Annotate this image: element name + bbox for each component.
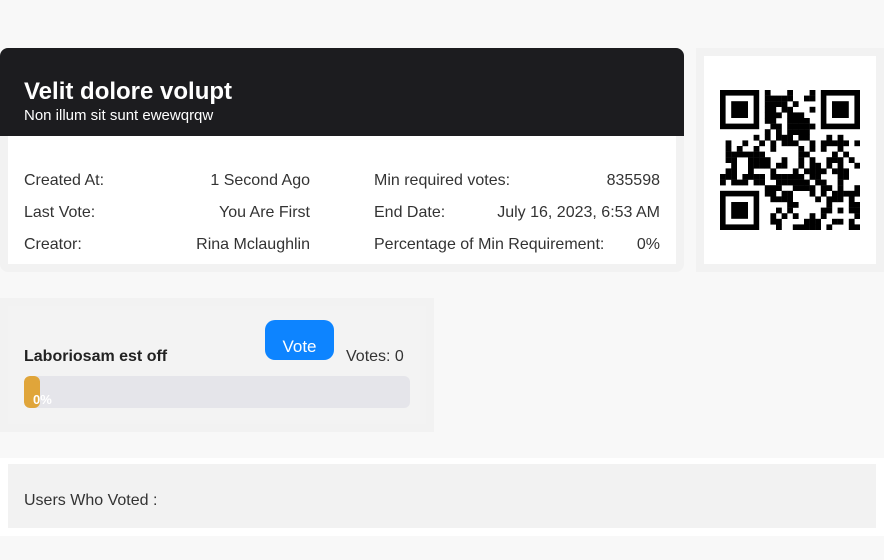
vote-progress-label: 0%	[33, 392, 52, 407]
voters-panel: Users Who Voted :	[8, 464, 876, 528]
qr-panel	[704, 56, 876, 264]
detail-label: Percentage of Min Requirement:	[374, 236, 605, 253]
detail-value: July 16, 2023, 6:53 AM	[497, 204, 660, 221]
voters-title: Users Who Voted :	[24, 492, 158, 509]
detail-value: You Are First	[218, 204, 310, 221]
poll-option-card: Laboriosam est off Vote Votes: 0 0%	[0, 298, 434, 432]
votes-count: Votes: 0	[346, 348, 404, 365]
poll-details: Created At: 1 Second Ago Last Vote: You …	[8, 136, 676, 264]
vote-button[interactable]: Vote	[265, 320, 334, 360]
poll-option: Laboriosam est off Vote Votes: 0 0%	[8, 306, 426, 424]
detail-label: Created At:	[24, 172, 105, 189]
detail-label: Min required votes:	[374, 172, 511, 189]
option-name: Laboriosam est off	[24, 348, 168, 365]
qr-card	[696, 48, 884, 272]
detail-label: End Date:	[374, 204, 446, 221]
poll-header: Velit dolore volupt Non illum sit sunt e…	[0, 48, 684, 136]
detail-value: Rina Mclaughlin	[196, 236, 310, 253]
detail-label: Last Vote:	[24, 204, 96, 221]
voters-card: Users Who Voted :	[0, 458, 884, 536]
poll-info-card: Velit dolore volupt Non illum sit sunt e…	[0, 48, 684, 272]
detail-value: 1 Second Ago	[210, 172, 310, 189]
qr-code-icon	[720, 90, 860, 230]
vote-progress-bar: 0%	[24, 376, 410, 408]
detail-label: Creator:	[24, 236, 82, 253]
detail-value: 835598	[606, 172, 660, 189]
detail-value: 0%	[636, 236, 660, 253]
poll-title: Velit dolore volupt	[24, 78, 233, 105]
poll-subtitle: Non illum sit sunt ewewqrqw	[24, 107, 214, 124]
